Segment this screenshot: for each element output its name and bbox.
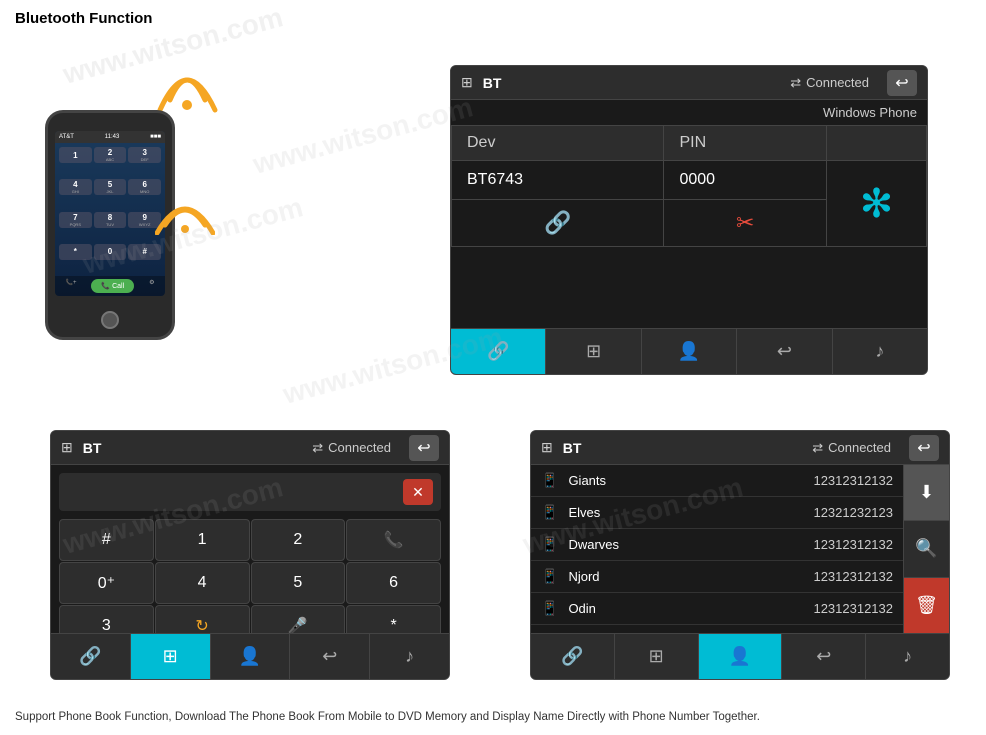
bluetooth-icon: ✻ — [860, 182, 894, 226]
main-panel-title: BT — [483, 75, 502, 91]
contact-row-3[interactable]: 📱 Dwarves 12312312132 — [531, 529, 903, 561]
contact-icon-3: 📱 — [541, 536, 558, 553]
contacts-arrows-icon: ⇄ — [812, 440, 823, 456]
delete-button[interactable]: ✕ — [403, 479, 433, 505]
contacts-tab-contacts[interactable]: 👤 — [699, 634, 783, 679]
tab-return[interactable]: ↩ — [737, 329, 832, 374]
contact-name-1: Giants — [568, 473, 813, 488]
arrows-icon: ⇄ — [790, 75, 801, 91]
contact-number-4: 12312312132 — [813, 569, 893, 584]
tab-music[interactable]: ♪ — [833, 329, 927, 374]
key-hash[interactable]: # — [59, 519, 154, 561]
main-panel-header: ⊞ BT ⇄ Connected ↩ — [451, 66, 927, 100]
contact-number-3: 12312312132 — [813, 537, 893, 552]
contacts-status-label: Connected — [828, 440, 891, 455]
dev-header: Dev — [452, 126, 664, 161]
contact-icon-4: 📱 — [541, 568, 558, 585]
grid-icon: ⊞ — [461, 74, 473, 91]
contact-row-2[interactable]: 📱 Elves 12321232123 — [531, 497, 903, 529]
key-4[interactable]: 4 — [155, 562, 250, 604]
download-contacts-button[interactable]: ⬇ — [904, 465, 949, 521]
dialer-status-label: Connected — [328, 440, 391, 455]
main-bt-panel: ⊞ BT ⇄ Connected ↩ Windows Phone Dev PIN… — [450, 65, 928, 375]
contacts-connection-status: ⇄ Connected — [812, 440, 891, 456]
contact-row-4[interactable]: 📱 Njord 12312312132 — [531, 561, 903, 593]
contact-number-5: 12312312132 — [813, 601, 893, 616]
tab-contacts[interactable]: 👤 — [642, 329, 737, 374]
pin-header: PIN — [664, 126, 827, 161]
dialer-grid-icon: ⊞ — [61, 439, 73, 456]
key-0plus[interactable]: 0⁺ — [59, 562, 154, 604]
contacts-tab-return[interactable]: ↩ — [782, 634, 866, 679]
contact-icon-2: 📱 — [541, 504, 558, 521]
key-6[interactable]: 6 — [346, 562, 441, 604]
key-call[interactable]: 📞 — [346, 519, 441, 561]
connection-status: ⇄ Connected — [790, 75, 869, 91]
contacts-panel-header: ⊞ BT ⇄ Connected ↩ — [531, 431, 949, 465]
dialer-panel-header: ⊞ BT ⇄ Connected ↩ — [51, 431, 449, 465]
tab-grid[interactable]: ⊞ — [546, 329, 641, 374]
dialer-panel-tabs: 🔗 ⊞ 👤 ↩ ♪ — [51, 633, 449, 679]
status-label: Connected — [806, 75, 869, 90]
key-2[interactable]: 2 — [251, 519, 346, 561]
delete-contact-button[interactable]: 🗑 — [904, 578, 949, 633]
contacts-bt-panel: ⊞ BT ⇄ Connected ↩ 📱 Giants 12312312132 … — [530, 430, 950, 680]
dialer-tab-return[interactable]: ↩ — [290, 634, 370, 679]
contact-name-2: Elves — [568, 505, 813, 520]
device-table: Dev PIN BT6743 0000 ✻ 🔗 — [451, 125, 927, 247]
wifi-waves-bottom-icon — [155, 175, 215, 241]
dialer-arrows-icon: ⇄ — [312, 440, 323, 456]
contact-number-2: 12321232123 — [813, 505, 893, 520]
search-contacts-button[interactable]: 🔍 — [904, 521, 949, 577]
dialer-back-button[interactable]: ↩ — [409, 435, 439, 461]
tab-link[interactable]: 🔗 — [451, 329, 546, 374]
contacts-panel-title: BT — [563, 440, 582, 456]
dialer-tab-link[interactable]: 🔗 — [51, 634, 131, 679]
back-button[interactable]: ↩ — [887, 70, 917, 96]
link-action[interactable]: 🔗 — [452, 200, 664, 247]
contact-icon-1: 📱 — [541, 472, 558, 489]
contacts-back-button[interactable]: ↩ — [909, 435, 939, 461]
key-1[interactable]: 1 — [155, 519, 250, 561]
page-title: Bluetooth Function — [15, 10, 152, 27]
contacts-grid-icon: ⊞ — [541, 439, 553, 456]
dialer-tab-music[interactable]: ♪ — [370, 634, 449, 679]
dialer-panel-title: BT — [83, 440, 102, 456]
contacts-tab-grid[interactable]: ⊞ — [615, 634, 699, 679]
contact-row-5[interactable]: 📱 Odin 12312312132 — [531, 593, 903, 625]
contact-icon-5: 📱 — [541, 600, 558, 617]
device-name: BT6743 — [452, 161, 664, 200]
footer-text: Support Phone Book Function, Download Th… — [15, 711, 971, 723]
dialer-connection-status: ⇄ Connected — [312, 440, 391, 456]
contact-name-3: Dwarves — [568, 537, 813, 552]
dialer-tab-contacts[interactable]: 👤 — [211, 634, 291, 679]
link-icon: 🔗 — [544, 210, 571, 235]
unlink-action[interactable]: ✂ — [664, 200, 827, 247]
contacts-tab-music[interactable]: ♪ — [866, 634, 949, 679]
contact-number-1: 12312312132 — [813, 473, 893, 488]
unlink-icon: ✂ — [736, 210, 754, 235]
dialer-tab-grid[interactable]: ⊞ — [131, 634, 211, 679]
contact-name-4: Njord — [568, 569, 813, 584]
dialer-bt-panel: ⊞ BT ⇄ Connected ↩ ✕ # 1 2 📞 0⁺ 4 5 6 3 … — [50, 430, 450, 680]
dialer-input-row: ✕ — [59, 473, 441, 511]
contacts-tab-link[interactable]: 🔗 — [531, 634, 615, 679]
contact-name-5: Odin — [568, 601, 813, 616]
main-panel-tabs: 🔗 ⊞ 👤 ↩ ♪ — [451, 328, 927, 374]
windows-phone-label: Windows Phone — [451, 100, 927, 125]
key-5[interactable]: 5 — [251, 562, 346, 604]
contacts-panel-tabs: 🔗 ⊞ 👤 ↩ ♪ — [531, 633, 949, 679]
contact-list: 📱 Giants 12312312132 📱 Elves 12321232123… — [531, 465, 903, 625]
contact-row-1[interactable]: 📱 Giants 12312312132 — [531, 465, 903, 497]
pin-value: 0000 — [664, 161, 827, 200]
